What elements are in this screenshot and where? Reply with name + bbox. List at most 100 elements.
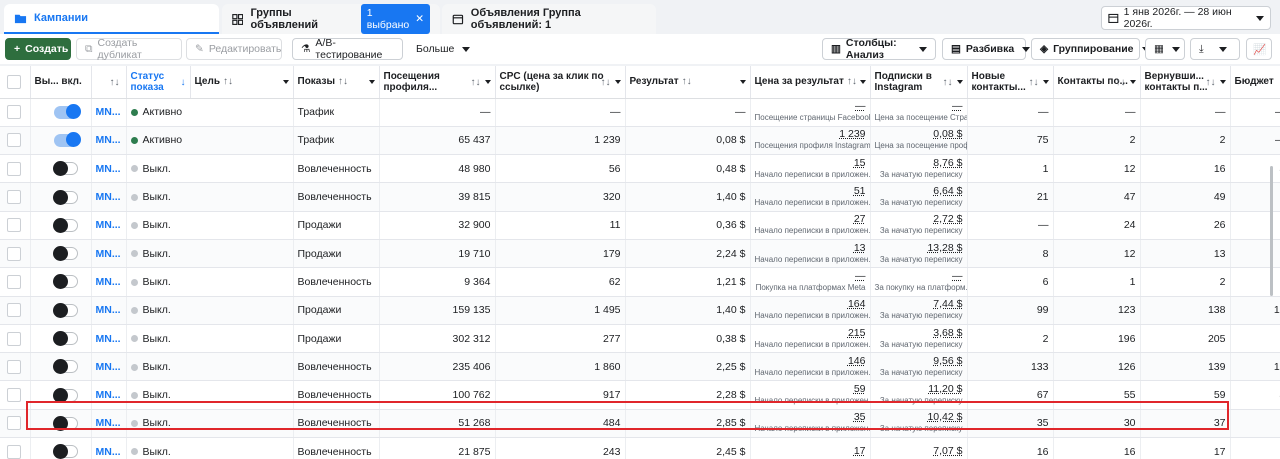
sort-icon[interactable]: ↑↓: [847, 76, 857, 87]
selected-badge[interactable]: 1 выбрано ✕: [360, 4, 430, 34]
chevron-down-icon[interactable]: [484, 80, 491, 84]
cost-value[interactable]: 13,28 $: [875, 242, 962, 254]
col-new[interactable]: Новые контакты... ↑↓: [967, 66, 1054, 99]
result-value[interactable]: 215: [755, 327, 866, 339]
table-row[interactable]: MN... Выкл. Вовлеченность 100 762 917 2,28 $ 5…: [0, 380, 1280, 410]
row-checkbox[interactable]: [7, 246, 21, 261]
sort-icon[interactable]: ↑↓: [1116, 77, 1126, 88]
col-name-sort[interactable]: ↑↓: [91, 66, 127, 99]
on-off-toggle[interactable]: [53, 131, 81, 147]
row-checkbox[interactable]: [7, 416, 21, 431]
row-select-cell[interactable]: [0, 154, 31, 184]
campaign-name-link[interactable]: MN...: [96, 106, 121, 118]
group-button[interactable]: ◈ Группирование: [1031, 38, 1150, 60]
campaign-name-link[interactable]: MN...: [96, 134, 121, 146]
cost-value[interactable]: 7,44 $: [875, 299, 962, 310]
row-toggle-cell[interactable]: [30, 380, 92, 410]
on-off-toggle[interactable]: [53, 103, 81, 119]
col-goal[interactable]: Цель ↑↓: [190, 66, 294, 99]
sort-icon[interactable]: ↑↓: [223, 76, 233, 87]
table-row[interactable]: MN... Выкл. Вовлеченность 51 268 484 2,85 $ 35…: [0, 409, 1280, 439]
sort-icon[interactable]: ↑↓: [110, 77, 120, 88]
row-select-cell[interactable]: [0, 98, 31, 127]
on-off-toggle[interactable]: [52, 387, 78, 403]
result-value[interactable]: 164: [755, 299, 866, 310]
row-toggle-cell[interactable]: [30, 98, 92, 127]
result-value[interactable]: 146: [755, 355, 866, 367]
chevron-down-icon[interactable]: [368, 80, 375, 84]
campaign-name-cell[interactable]: MN...: [91, 182, 127, 212]
result-value[interactable]: 15: [755, 157, 866, 169]
row-checkbox[interactable]: [7, 190, 21, 205]
campaign-name-link[interactable]: MN...: [96, 248, 121, 260]
col-on[interactable]: Вы... вкл. ↑↓: [30, 66, 92, 99]
table-row[interactable]: MN... Выкл. Вовлеченность 39 815 320 1,40 $ 51…: [0, 182, 1280, 212]
on-off-toggle[interactable]: [52, 444, 78, 459]
campaign-name-cell[interactable]: MN...: [91, 211, 127, 240]
select-all-checkbox[interactable]: [7, 74, 21, 89]
more-button[interactable]: Больше: [408, 38, 471, 60]
select-all-header[interactable]: [0, 66, 31, 99]
result-value[interactable]: 1 239: [755, 129, 865, 140]
row-select-cell[interactable]: [0, 239, 31, 269]
row-checkbox[interactable]: [7, 388, 21, 403]
col-impressions[interactable]: Показы ↑↓: [293, 66, 380, 99]
row-select-cell[interactable]: [0, 324, 31, 354]
campaign-name-link[interactable]: MN...: [96, 417, 121, 429]
row-checkbox[interactable]: [7, 218, 21, 233]
row-checkbox[interactable]: [7, 161, 21, 176]
campaign-name-link[interactable]: MN...: [96, 361, 121, 373]
cost-value[interactable]: 0,08 $: [875, 129, 962, 140]
result-value[interactable]: —: [755, 270, 866, 282]
table-row[interactable]: MN... Выкл. Вовлеченность 48 980 56 0,48 $ 15 Н…: [0, 154, 1280, 184]
chevron-down-icon[interactable]: [1042, 80, 1049, 84]
row-checkbox[interactable]: [7, 133, 21, 148]
cost-value[interactable]: 10,42 $: [875, 412, 962, 423]
row-select-cell[interactable]: [0, 126, 31, 156]
chevron-down-icon[interactable]: [1219, 80, 1226, 84]
campaign-name-link[interactable]: MN...: [96, 191, 121, 203]
cost-value[interactable]: 3,68 $: [875, 327, 962, 339]
sort-icon[interactable]: ↑↓: [338, 76, 348, 87]
campaign-name-link[interactable]: MN...: [96, 389, 121, 401]
result-value[interactable]: 35: [755, 412, 866, 423]
cost-value[interactable]: 2,72 $: [875, 214, 962, 225]
result-value[interactable]: 51: [755, 186, 866, 197]
chart-button[interactable]: 📈: [1246, 38, 1272, 60]
sort-icon[interactable]: ↑↓: [682, 76, 692, 87]
row-toggle-cell[interactable]: [30, 126, 92, 156]
campaign-name-cell[interactable]: MN...: [91, 98, 127, 127]
on-off-toggle[interactable]: [52, 217, 78, 233]
edit-button[interactable]: ✎ Редактировать: [186, 38, 282, 60]
cost-value[interactable]: —: [875, 101, 963, 112]
table-row[interactable]: MN... Выкл. Продажи 19 710 179 2,24 $13 Начало…: [0, 239, 1280, 269]
table-row[interactable]: MN... Выкл. Вовлеченность 235 406 1 860 2,25 …: [0, 352, 1280, 382]
col-budget[interactable]: Бюджет: [1230, 66, 1280, 99]
campaign-name-link[interactable]: MN...: [96, 304, 121, 316]
on-off-toggle[interactable]: [52, 161, 78, 177]
campaign-name-cell[interactable]: MN...: [91, 409, 127, 439]
sort-desc-icon[interactable]: ↓: [181, 77, 186, 88]
row-select-cell[interactable]: [0, 380, 31, 410]
result-value[interactable]: 27: [755, 214, 866, 225]
chevron-down-icon[interactable]: [956, 80, 963, 84]
row-select-cell[interactable]: [0, 352, 31, 382]
tab-adsets[interactable]: Группы объявлений 1 выбрано ✕: [222, 4, 440, 34]
row-toggle-cell[interactable]: [30, 437, 92, 459]
ab-test-button[interactable]: ⚗ A/B-тестирование: [292, 37, 403, 61]
result-value[interactable]: —: [755, 101, 866, 112]
table-row[interactable]: MN... Активно Трафик 65 437 1 239 0,08 $ 1 239…: [0, 126, 1280, 156]
tab-ads[interactable]: Объявления Группа объявлений: 1: [442, 4, 656, 34]
cost-value[interactable]: 8,76 $: [875, 157, 962, 169]
columns-button[interactable]: ▥ Столбцы: Анализ: [822, 37, 936, 61]
cost-value[interactable]: 11,20 $: [875, 384, 962, 395]
result-value[interactable]: 13: [755, 242, 866, 254]
campaign-name-link[interactable]: MN...: [96, 163, 121, 175]
cost-value[interactable]: 7,07 $: [875, 446, 962, 457]
row-select-cell[interactable]: [0, 296, 31, 325]
campaign-name-cell[interactable]: MN...: [91, 352, 127, 382]
on-off-toggle[interactable]: [52, 189, 78, 205]
reports-button[interactable]: ▦: [1145, 38, 1185, 60]
result-value[interactable]: 17: [755, 446, 866, 457]
row-toggle-cell[interactable]: [30, 211, 92, 240]
